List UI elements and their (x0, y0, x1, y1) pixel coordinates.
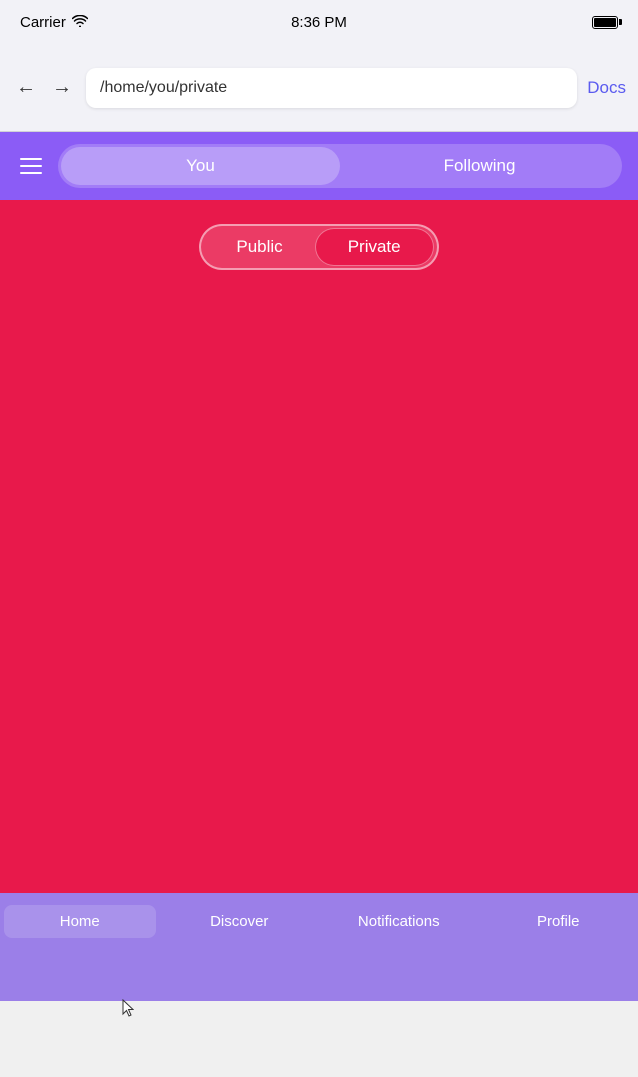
status-bar-right (592, 16, 618, 29)
discover-tab-label: Discover (210, 913, 268, 930)
hamburger-button[interactable] (16, 154, 46, 178)
tab-public[interactable]: Public (204, 228, 314, 266)
battery-fill (594, 18, 616, 27)
hamburger-line-2 (20, 165, 42, 167)
content-toggle: Public Private (199, 224, 438, 270)
status-bar: Carrier 8:36 PM (0, 0, 638, 44)
docs-button[interactable]: Docs (587, 78, 626, 98)
status-time: 8:36 PM (291, 14, 347, 31)
forward-button[interactable]: → (48, 72, 76, 103)
cursor (122, 999, 134, 1017)
bottom-tab-discover[interactable]: Discover (160, 905, 320, 938)
bottom-tab-bar: Home Discover Notifications Profile (0, 893, 638, 1001)
url-input[interactable] (86, 68, 577, 108)
wifi-icon (72, 14, 88, 31)
back-button[interactable]: ← (12, 72, 40, 103)
bottom-tab-home[interactable]: Home (0, 905, 160, 938)
hamburger-line-3 (20, 172, 42, 174)
status-bar-left: Carrier (20, 14, 88, 31)
tab-switcher: You Following (58, 144, 622, 188)
profile-tab-label: Profile (537, 913, 580, 930)
tab-you[interactable]: You (61, 147, 340, 185)
browser-bar: ← → Docs (0, 44, 638, 132)
hamburger-line-1 (20, 158, 42, 160)
notifications-tab-label: Notifications (358, 913, 440, 930)
main-content: Public Private (0, 200, 638, 893)
nav-buttons: ← → (12, 72, 76, 103)
carrier-label: Carrier (20, 14, 66, 31)
battery-icon (592, 16, 618, 29)
bottom-tab-profile[interactable]: Profile (479, 905, 638, 938)
bottom-tab-notifications[interactable]: Notifications (319, 905, 479, 938)
tab-private[interactable]: Private (315, 228, 434, 266)
tab-following[interactable]: Following (340, 147, 619, 185)
home-tab-label: Home (60, 913, 100, 930)
nav-bar: You Following (0, 132, 638, 200)
